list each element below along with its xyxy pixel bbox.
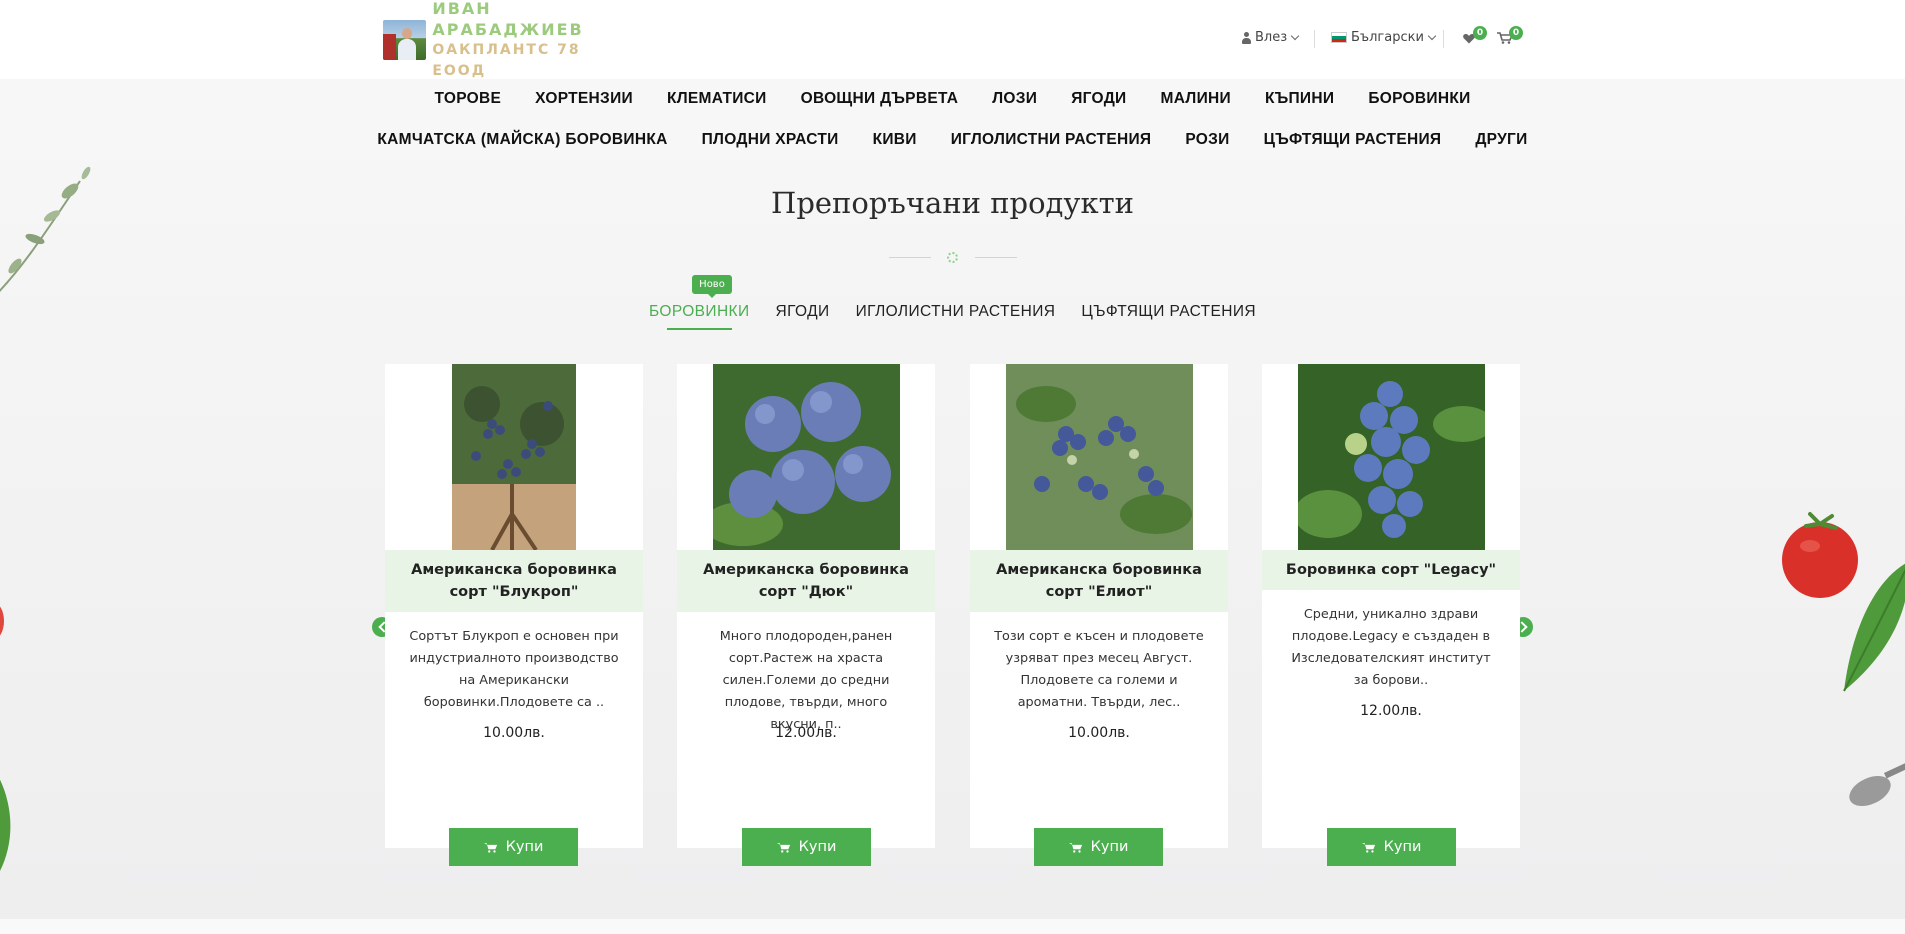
tab-2[interactable]: ЯГОДИ — [776, 303, 830, 330]
nav-item-1-1[interactable]: ТОРОВЕ — [417, 89, 518, 109]
tab-1[interactable]: БОРОВИНКИ — [649, 303, 750, 330]
buy-label: Купи — [798, 839, 837, 855]
product-card[interactable]: Боровинка сорт "Legacy" Средни, уникално… — [1262, 364, 1520, 848]
wishlist-button[interactable]: 0 — [1461, 26, 1487, 46]
featured-section — [0, 161, 1905, 918]
nav-item-2-3[interactable]: КИВИ — [856, 130, 934, 150]
nav-item-1-5[interactable]: ЛОЗИ — [975, 89, 1054, 109]
pepper-decoration — [0, 606, 4, 636]
product-name[interactable]: Боровинка сорт "Legacy" — [1262, 550, 1520, 590]
cart-icon — [776, 842, 790, 853]
nav-item-1-3[interactable]: КЛЕМАТИСИ — [650, 89, 784, 109]
product-price: 10.00лв. — [483, 725, 545, 741]
product-image[interactable] — [452, 364, 576, 550]
product-name[interactable]: Американска боровинка сорт "Блукроп" — [385, 550, 643, 612]
product-name[interactable]: Американска боровинка сорт "Елиот" — [970, 550, 1228, 612]
header-separator — [1443, 30, 1444, 48]
product-description: Много плодороден,ранен сорт.Растеж на хр… — [719, 629, 893, 732]
wishlist-count-badge: 0 — [1473, 26, 1487, 40]
buy-label: Купи — [1383, 839, 1422, 855]
section-divider — [889, 252, 1017, 263]
spoon-decoration — [1849, 761, 1905, 807]
nav-item-1-6[interactable]: ЯГОДИ — [1054, 89, 1143, 109]
herb-decoration — [0, 166, 91, 293]
product-description: Този сорт е късен и плодовете узряват пр… — [994, 629, 1204, 710]
cart-icon — [483, 842, 497, 853]
chevron-down-icon — [1290, 31, 1300, 41]
footer-strip — [0, 918, 1905, 934]
nav-item-1-7[interactable]: МАЛИНИ — [1144, 89, 1248, 109]
cart-icon — [1361, 842, 1375, 853]
buy-button[interactable]: Купи — [449, 828, 578, 866]
chevron-down-icon — [1427, 31, 1437, 41]
buy-button[interactable]: Купи — [742, 828, 871, 866]
nav-item-2-4[interactable]: ИГЛОЛИСТНИ РАСТЕНИЯ — [934, 130, 1169, 150]
product-price: 12.00лв. — [1360, 703, 1422, 719]
product-price: 10.00лв. — [1068, 725, 1130, 741]
leaf-decoration — [0, 779, 11, 871]
buy-button[interactable]: Купи — [1327, 828, 1456, 866]
site-header: ИВАН АРАБАДЖИЕВ ОАКПЛАНТС 78 ЕООД Влез Б… — [0, 0, 1905, 79]
product-description: Сортът Блукроп е основен при индустриалн… — [409, 629, 619, 710]
category-nav: ТОРОВЕ ХОРТЕНЗИИ КЛЕМАТИСИ ОВОЩНИ ДЪРВЕТА ЛО… — [0, 79, 1905, 161]
language-label: Български — [1351, 30, 1424, 45]
logo-line1: ИВАН АРАБАДЖИЕВ — [432, 0, 584, 39]
product-image[interactable] — [1006, 364, 1193, 550]
buy-label: Купи — [1090, 839, 1129, 855]
buy-button[interactable]: Купи — [1034, 828, 1163, 866]
flower-icon — [947, 252, 958, 263]
cart-icon — [1068, 842, 1082, 853]
nav-item-1-8[interactable]: КЪПИНИ — [1248, 89, 1351, 109]
product-card[interactable]: Американска боровинка сорт "Блукроп" Сор… — [385, 364, 643, 848]
language-dropdown[interactable]: Български — [1331, 30, 1437, 45]
nav-item-2-7[interactable]: ДРУГИ — [1458, 130, 1544, 150]
new-badge: Ново — [692, 275, 732, 298]
product-card[interactable]: Американска боровинка сорт "Дюк" Много п… — [677, 364, 935, 848]
tab-3[interactable]: ИГЛОЛИСТНИ РАСТЕНИЯ — [856, 303, 1056, 330]
nav-item-2-2[interactable]: ПЛОДНИ ХРАСТИ — [685, 130, 856, 150]
product-name[interactable]: Американска боровинка сорт "Дюк" — [677, 550, 935, 612]
nav-item-2-6[interactable]: ЦЪФТЯЩИ РАСТЕНИЯ — [1247, 130, 1459, 150]
login-dropdown[interactable]: Влез — [1242, 30, 1300, 45]
logo-photo — [383, 20, 427, 60]
flag-bg-icon — [1331, 32, 1347, 43]
cart-count-badge: 0 — [1509, 26, 1523, 40]
nav-item-1-9[interactable]: БОРОВИНКИ — [1351, 89, 1487, 109]
tab-4[interactable]: ЦЪФТЯЩИ РАСТЕНИЯ — [1081, 303, 1256, 330]
product-tabs: БОРОВИНКИ ЯГОДИ ИГЛОЛИСТНИ РАСТЕНИЯ ЦЪФТЯЩИ… — [0, 303, 1905, 330]
nav-row-1: ТОРОВЕ ХОРТЕНЗИИ КЛЕМАТИСИ ОВОЩНИ ДЪРВЕТА ЛО… — [0, 89, 1905, 109]
header-separator — [1314, 30, 1315, 48]
product-card[interactable]: Американска боровинка сорт "Елиот" Този … — [970, 364, 1228, 848]
nav-row-2: КАМЧАТСКА (МАЙСКА) БОРОВИНКА ПЛОДНИ ХРАСТ… — [0, 130, 1905, 150]
leaf-decoration — [1843, 563, 1905, 692]
logo-text: ИВАН АРАБАДЖИЕВ ОАКПЛАНТС 78 ЕООД — [432, 0, 638, 82]
product-description: Средни, уникално здрави плодове.Legacy е… — [1291, 607, 1491, 688]
logo-line2: ОАКПЛАНТС 78 ЕООД — [432, 42, 581, 79]
nav-item-2-5[interactable]: РОЗИ — [1168, 130, 1246, 150]
product-price: 12.00лв. — [775, 725, 837, 741]
section-title: Препоръчани продукти — [771, 186, 1134, 220]
nav-item-2-1[interactable]: КАМЧАТСКА (МАЙСКА) БОРОВИНКА — [360, 130, 684, 150]
product-image[interactable] — [713, 364, 900, 550]
nav-item-1-2[interactable]: ХОРТЕНЗИИ — [518, 89, 650, 109]
site-logo[interactable]: ИВАН АРАБАДЖИЕВ ОАКПЛАНТС 78 ЕООД — [383, 0, 638, 79]
product-image[interactable] — [1298, 364, 1485, 550]
cart-button[interactable]: 0 — [1497, 26, 1523, 46]
nav-item-1-4[interactable]: ОВОЩНИ ДЪРВЕТА — [784, 89, 976, 109]
user-icon — [1242, 31, 1251, 44]
login-label: Влез — [1255, 30, 1288, 45]
buy-label: Купи — [505, 839, 544, 855]
